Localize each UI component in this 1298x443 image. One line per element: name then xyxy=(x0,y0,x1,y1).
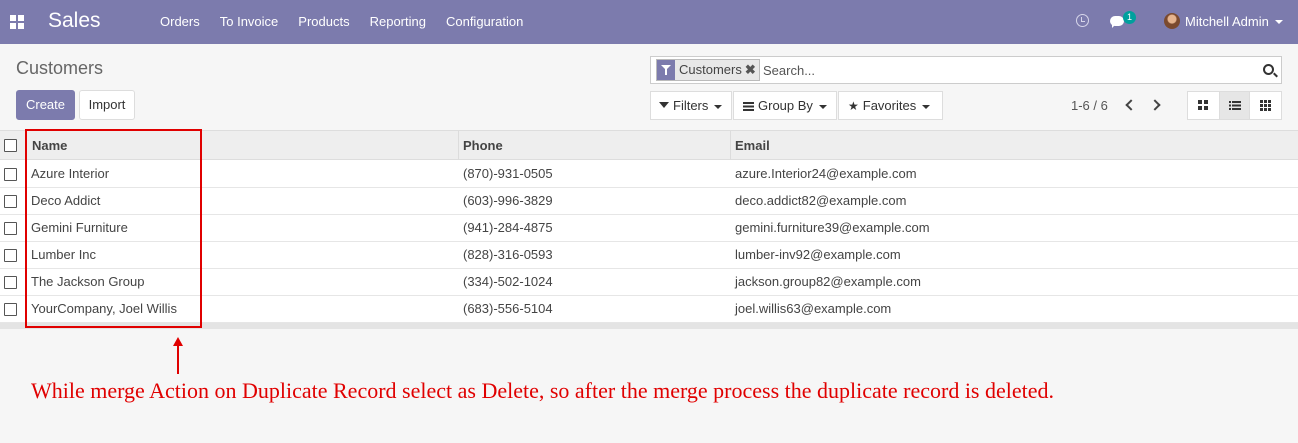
search-facet-customers[interactable]: Customers ✖ xyxy=(656,59,760,81)
view-switcher xyxy=(1187,91,1282,120)
cell-email: lumber-inv92@example.com xyxy=(735,247,901,262)
grid-view-icon xyxy=(1260,100,1271,111)
table-row[interactable]: The Jackson Group (334)-502-1024 jackson… xyxy=(0,269,1298,296)
annotation-text: While merge Action on Duplicate Record s… xyxy=(31,378,1055,403)
search-facet-label: Customers xyxy=(679,62,742,77)
kanban-view-button[interactable] xyxy=(1188,92,1219,119)
filter-funnel-icon xyxy=(657,60,675,80)
menu-item-to-invoice[interactable]: To Invoice xyxy=(220,14,279,29)
cell-name: The Jackson Group xyxy=(31,274,145,289)
cell-email: deco.addict82@example.com xyxy=(735,193,907,208)
row-checkbox[interactable] xyxy=(4,276,17,289)
star-icon: ★ xyxy=(848,99,859,114)
search-icon[interactable] xyxy=(1263,64,1274,75)
import-button[interactable]: Import xyxy=(79,90,135,120)
chat-counter-badge: 1 xyxy=(1123,11,1136,24)
facet-remove-icon[interactable]: ✖ xyxy=(745,60,759,80)
menu-item-products[interactable]: Products xyxy=(298,14,349,29)
cell-email: gemini.furniture39@example.com xyxy=(735,220,930,235)
grid-view-button[interactable] xyxy=(1250,92,1281,119)
row-checkbox[interactable] xyxy=(4,168,17,181)
column-divider xyxy=(458,131,459,160)
row-checkbox[interactable] xyxy=(4,303,17,316)
group-by-dropdown[interactable]: Group By xyxy=(733,91,837,120)
row-checkbox[interactable] xyxy=(4,222,17,235)
column-header-name[interactable]: Name xyxy=(32,131,67,160)
column-divider xyxy=(730,131,731,160)
list-view-button[interactable] xyxy=(1219,92,1250,119)
column-header-phone[interactable]: Phone xyxy=(463,131,503,160)
cell-phone: (334)-502-1024 xyxy=(463,274,553,289)
cell-phone: (683)-556-5104 xyxy=(463,301,553,316)
caret-down-icon xyxy=(714,104,723,109)
favorites-label: Favorites xyxy=(862,98,917,113)
user-menu-name[interactable]: Mitchell Admin xyxy=(1185,14,1269,29)
activity-clock-icon[interactable] xyxy=(1076,14,1089,27)
row-checkbox[interactable] xyxy=(4,195,17,208)
cell-email: jackson.group82@example.com xyxy=(735,274,921,289)
messaging-chat-icon[interactable] xyxy=(1110,16,1124,28)
list-view-icon xyxy=(1229,101,1241,110)
filter-icon xyxy=(659,101,669,108)
menu-item-reporting[interactable]: Reporting xyxy=(370,14,426,29)
bars-icon xyxy=(743,102,754,112)
row-checkbox[interactable] xyxy=(4,249,17,262)
cell-name: YourCompany, Joel Willis xyxy=(31,301,177,316)
menu-item-orders[interactable]: Orders xyxy=(160,14,200,29)
cell-name: Deco Addict xyxy=(31,193,101,208)
group-by-label: Group By xyxy=(758,98,813,113)
annotation-arrow-shaft xyxy=(177,344,179,374)
column-divider xyxy=(26,131,27,160)
table-header: Name Phone Email xyxy=(0,131,1298,160)
search-input[interactable] xyxy=(763,61,1253,79)
cell-phone: (603)-996-3829 xyxy=(463,193,553,208)
cell-email: joel.willis63@example.com xyxy=(735,301,892,316)
menu-item-configuration[interactable]: Configuration xyxy=(446,14,523,29)
page-title: Customers xyxy=(16,58,104,78)
cell-phone: (941)-284-4875 xyxy=(463,220,553,235)
filters-label: Filters xyxy=(673,98,709,113)
table-row[interactable]: Azure Interior (870)-931-0505 azure.Inte… xyxy=(0,161,1298,188)
filters-dropdown[interactable]: Filters xyxy=(650,91,732,120)
cell-name: Gemini Furniture xyxy=(31,220,128,235)
pager-value[interactable]: 1-6 / 6 xyxy=(1071,98,1108,113)
cell-name: Lumber Inc xyxy=(31,247,97,262)
pager-previous-icon[interactable] xyxy=(1124,99,1134,111)
select-all-checkbox[interactable] xyxy=(4,139,17,152)
cell-name: Azure Interior xyxy=(31,166,110,181)
apps-menu-icon[interactable] xyxy=(10,15,24,29)
table-row[interactable]: Gemini Furniture (941)-284-4875 gemini.f… xyxy=(0,215,1298,242)
cell-email: azure.Interior24@example.com xyxy=(735,166,917,181)
user-avatar[interactable] xyxy=(1164,13,1180,29)
create-button[interactable]: Create xyxy=(16,90,75,120)
caret-down-icon xyxy=(922,104,931,109)
column-header-email[interactable]: Email xyxy=(735,131,770,160)
top-navbar: Sales Orders To Invoice Products Reporti… xyxy=(0,0,1298,44)
table-footer-strip xyxy=(0,323,1298,329)
cell-phone: (828)-316-0593 xyxy=(463,247,553,262)
table-row[interactable]: YourCompany, Joel Willis (683)-556-5104 … xyxy=(0,296,1298,323)
pager-next-icon[interactable] xyxy=(1151,99,1161,111)
table-row[interactable]: Deco Addict (603)-996-3829 deco.addict82… xyxy=(0,188,1298,215)
user-menu-caret-icon[interactable] xyxy=(1275,20,1283,24)
caret-down-icon xyxy=(818,104,827,109)
main-menu: Orders To Invoice Products Reporting Con… xyxy=(160,14,523,29)
app-name[interactable]: Sales xyxy=(48,9,101,33)
customers-table: Name Phone Email Azure Interior (870)-93… xyxy=(0,130,1298,329)
table-row[interactable]: Lumber Inc (828)-316-0593 lumber-inv92@e… xyxy=(0,242,1298,269)
favorites-dropdown[interactable]: ★ Favorites xyxy=(838,91,943,120)
search-bar: Customers ✖ xyxy=(650,56,1282,84)
kanban-view-icon xyxy=(1198,100,1208,110)
cell-phone: (870)-931-0505 xyxy=(463,166,553,181)
